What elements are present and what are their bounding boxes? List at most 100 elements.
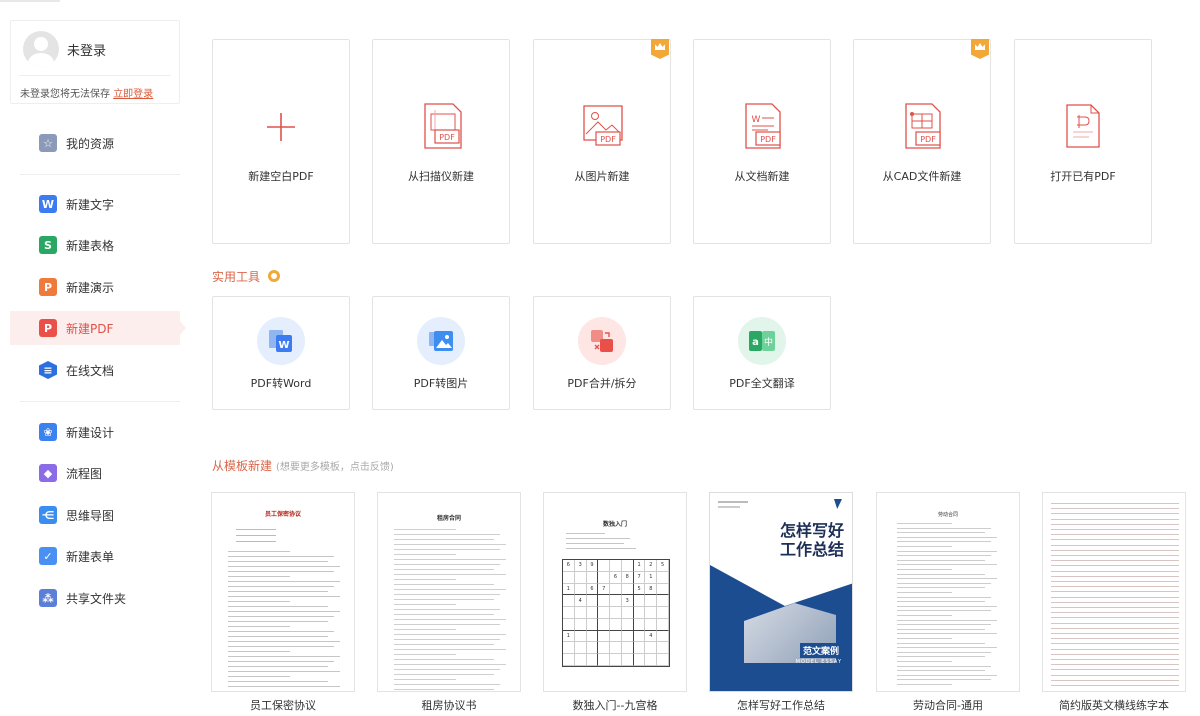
- star-icon: ☆: [39, 134, 57, 152]
- tool-pdf-to-word[interactable]: W PDF转Word: [212, 296, 350, 410]
- sudoku-cell: [563, 654, 575, 666]
- sidebar-item-new-sheet[interactable]: S 新建表格: [10, 228, 180, 262]
- template-doc-title: 员工保密协议: [264, 511, 301, 518]
- open-existing-pdf-card[interactable]: 打开已有PDF: [1014, 39, 1152, 244]
- text-line: [228, 611, 340, 612]
- tool-pdf-merge-split[interactable]: PDF合并/拆分: [533, 296, 671, 410]
- scanner-pdf-icon: PDF: [424, 103, 462, 149]
- text-line: [394, 669, 500, 670]
- text-line: [1051, 586, 1179, 588]
- text-line: [566, 548, 636, 549]
- text-line: [1051, 607, 1179, 608]
- sudoku-cell: 1: [563, 583, 575, 596]
- sudoku-cell: [574, 607, 587, 619]
- text-line: [394, 649, 506, 650]
- create-blank-pdf-card[interactable]: 新建空白PDF: [212, 39, 350, 244]
- sidebar-item-flowchart[interactable]: ◆ 流程图: [10, 456, 180, 490]
- template-employee-confidentiality[interactable]: 员工保密协议: [211, 492, 355, 692]
- sudoku-cell: [598, 607, 611, 619]
- text-line: [1051, 513, 1179, 515]
- sudoku-cell: 1: [645, 571, 658, 584]
- pdf-translate-icon: a中: [738, 317, 786, 365]
- create-from-image-card[interactable]: PDF 从图片新建: [533, 39, 671, 244]
- plus-icon: [267, 113, 295, 141]
- avatar[interactable]: [23, 31, 59, 67]
- text-line: [236, 535, 276, 536]
- text-line: [897, 684, 952, 685]
- template-sudoku[interactable]: 数独入门 6391256871167584314: [543, 492, 687, 692]
- sudoku-cell: [621, 654, 634, 666]
- form-icon: ✓: [39, 547, 57, 565]
- login-tip-text: 未登录您将无法保存: [20, 89, 110, 100]
- text-line: [394, 584, 494, 585]
- text-line: [394, 589, 506, 590]
- sidebar-item-online-doc[interactable]: ≡ 在线文档: [10, 353, 180, 387]
- sudoku-cell: 1: [563, 630, 575, 643]
- text-line: [897, 527, 991, 529]
- sudoku-cell: [657, 595, 669, 608]
- template-english-handwriting[interactable]: [1042, 492, 1186, 692]
- sidebar-item-shared-folder[interactable]: ⁂ 共享文件夹: [10, 581, 180, 615]
- tool-pdf-to-image[interactable]: PDF转图片: [372, 296, 510, 410]
- sidebar-item-new-design[interactable]: ❀ 新建设计: [10, 415, 180, 449]
- text-line: [394, 634, 506, 635]
- login-tip: 未登录您将无法保存 立即登录: [20, 85, 153, 100]
- text-line: [897, 546, 952, 547]
- template-label: 数独入门--九宫格: [572, 699, 658, 712]
- sidebar-item-new-writer[interactable]: W 新建文字: [10, 187, 180, 221]
- text-line: [394, 564, 500, 565]
- sudoku-cell: [610, 595, 622, 608]
- create-from-cad-card[interactable]: PDF 从CAD文件新建: [853, 39, 991, 244]
- sudoku-cell: [610, 642, 622, 655]
- text-line: [228, 581, 340, 582]
- word-pdf-icon: W PDF: [745, 103, 781, 149]
- text-line: [1051, 549, 1179, 551]
- text-line: [1051, 669, 1179, 671]
- text-line: [566, 533, 605, 534]
- text-line: [394, 629, 456, 630]
- sudoku-cell: [563, 618, 575, 631]
- create-from-scanner-card[interactable]: PDF 从扫描仪新建: [372, 39, 510, 244]
- template-rental-agreement[interactable]: 租房合同: [377, 492, 521, 692]
- text-line: [1051, 503, 1179, 504]
- writer-icon: W: [39, 195, 57, 213]
- login-link[interactable]: 立即登录: [113, 89, 153, 100]
- svg-text:W: W: [278, 340, 289, 351]
- sidebar-item-label: 新建演示: [66, 280, 115, 295]
- sudoku-cell: 3: [621, 595, 634, 608]
- sudoku-cell: [645, 642, 658, 655]
- sidebar-item-mindmap[interactable]: ⋲ 思维导图: [10, 498, 180, 532]
- sudoku-cell: [633, 607, 646, 619]
- text-line: [236, 541, 276, 542]
- text-line: [897, 619, 997, 621]
- template-work-summary[interactable]: 怎样写好工作总结 范文案例 MODEL ESSAY: [709, 492, 853, 692]
- sudoku-cell: [574, 571, 587, 584]
- text-line: [394, 549, 500, 550]
- user-card: 未登录 未登录您将无法保存 立即登录: [10, 20, 180, 104]
- template-labor-contract[interactable]: 劳动合同: [876, 492, 1020, 692]
- sidebar-item-new-pdf[interactable]: P 新建PDF: [10, 311, 186, 345]
- sudoku-cell: 6: [563, 560, 575, 572]
- text-line: [897, 647, 997, 649]
- cad-pdf-icon: PDF: [905, 103, 941, 149]
- tool-pdf-translate[interactable]: a中 PDF全文翻译: [693, 296, 831, 410]
- logo-icon: [834, 499, 842, 509]
- sudoku-cell: [657, 571, 669, 584]
- sudoku-cell: 8: [621, 571, 634, 584]
- text-line: [394, 654, 456, 655]
- sidebar-item-new-presentation[interactable]: P 新建演示: [10, 270, 180, 304]
- text-line: [1051, 653, 1179, 655]
- tool-label: PDF全文翻译: [729, 377, 795, 390]
- text-line: [394, 604, 456, 605]
- sudoku-cell: [633, 642, 646, 655]
- sudoku-cell: [598, 595, 611, 608]
- sidebar-item-new-form[interactable]: ✓ 新建表单: [10, 539, 180, 573]
- text-line: [228, 646, 334, 647]
- text-line: [897, 550, 997, 552]
- sudoku-cell: [645, 595, 658, 608]
- sudoku-cell: 2: [645, 560, 658, 572]
- sidebar-item-my-resources[interactable]: ☆ 我的资源: [10, 126, 180, 160]
- create-from-document-card[interactable]: W PDF 从文档新建: [693, 39, 831, 244]
- template-feedback-link[interactable]: (想要更多模板，点击反馈): [276, 462, 394, 473]
- text-line: [897, 651, 991, 653]
